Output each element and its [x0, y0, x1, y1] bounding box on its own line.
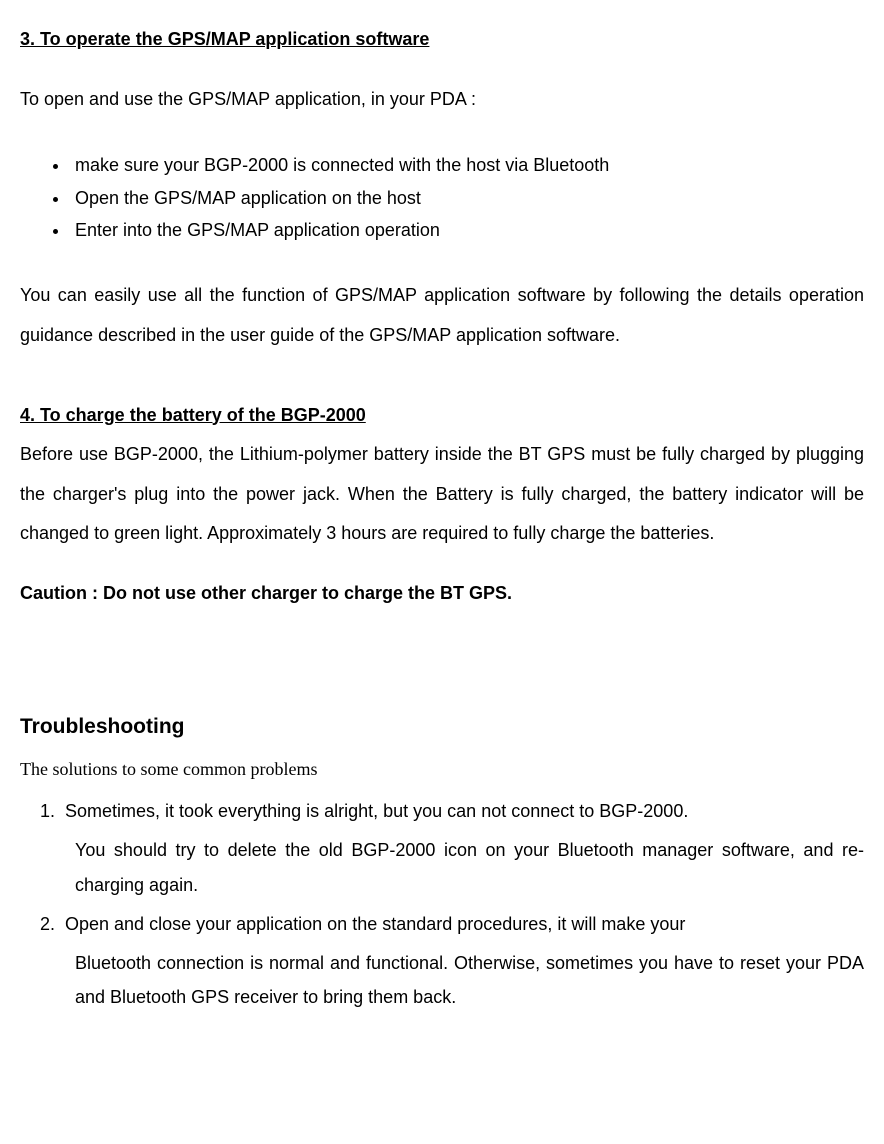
troubleshooting-list-2: Open and close your application on the s…	[20, 907, 864, 941]
troubleshooting-subheading: The solutions to some common problems	[20, 750, 864, 790]
list-item: Open the GPS/MAP application on the host	[70, 182, 864, 214]
section-3-intro: To open and use the GPS/MAP application,…	[20, 80, 864, 120]
section-3-bullet-list: make sure your BGP-2000 is connected wit…	[20, 149, 864, 246]
list-item: Enter into the GPS/MAP application opera…	[70, 214, 864, 246]
section-3: 3. To operate the GPS/MAP application so…	[20, 20, 864, 356]
section-3-body: You can easily use all the function of G…	[20, 276, 864, 355]
list-item: make sure your BGP-2000 is connected wit…	[70, 149, 864, 181]
section-4-body: Before use BGP-2000, the Lithium-polymer…	[20, 435, 864, 554]
troubleshooting-list: Sometimes, it took everything is alright…	[20, 794, 864, 828]
troubleshooting-item1-detail: You should try to delete the old BGP-200…	[20, 833, 864, 901]
section-4: 4. To charge the battery of the BGP-2000…	[20, 396, 864, 614]
list-item: Sometimes, it took everything is alright…	[60, 794, 864, 828]
list-item: Open and close your application on the s…	[60, 907, 864, 941]
section-4-heading: 4. To charge the battery of the BGP-2000	[20, 396, 864, 436]
section-3-heading: 3. To operate the GPS/MAP application so…	[20, 20, 864, 60]
troubleshooting-item2-detail: Bluetooth connection is normal and funct…	[20, 946, 864, 1014]
section-4-caution: Caution : Do not use other charger to ch…	[20, 574, 864, 614]
troubleshooting-heading: Troubleshooting	[20, 704, 864, 750]
troubleshooting-section: Troubleshooting The solutions to some co…	[20, 704, 864, 1015]
